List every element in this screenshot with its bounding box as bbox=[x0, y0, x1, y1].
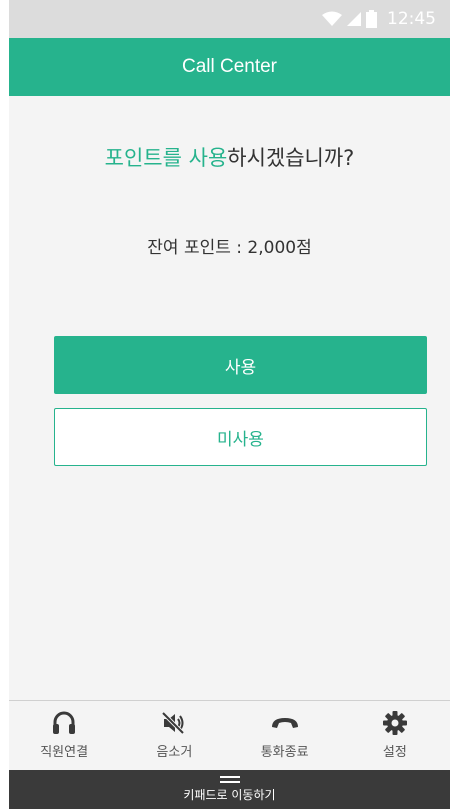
wifi-icon bbox=[322, 11, 342, 27]
headset-icon bbox=[52, 709, 76, 737]
prompt-highlight-use: 사용 bbox=[188, 146, 228, 170]
nav-label: 음소거 bbox=[156, 745, 193, 760]
use-button[interactable]: 사용 bbox=[54, 336, 427, 394]
nav-connect-agent[interactable]: 직원연결 bbox=[9, 701, 119, 770]
bottom-nav: 직원연결 음소거 통화종료 설정 bbox=[9, 700, 450, 770]
app-header: Call Center bbox=[9, 38, 450, 96]
prompt-rest: 하시겠습니까? bbox=[227, 146, 355, 170]
skip-button-label: 미사용 bbox=[217, 429, 264, 450]
hangup-icon bbox=[270, 709, 300, 737]
nav-label: 설정 bbox=[382, 745, 407, 760]
skip-button[interactable]: 미사용 bbox=[54, 408, 427, 466]
keypad-toggle[interactable]: 키패드로 이동하기 bbox=[9, 770, 450, 809]
use-button-label: 사용 bbox=[224, 357, 257, 378]
status-bar: 12:45 bbox=[9, 0, 450, 38]
page-title: Call Center bbox=[181, 56, 278, 77]
nav-end-call[interactable]: 통화종료 bbox=[230, 701, 340, 770]
signal-icon bbox=[346, 11, 362, 27]
nav-label: 통화종료 bbox=[260, 745, 309, 760]
prompt-highlight-points: 포인트를 bbox=[104, 146, 182, 170]
phone-screen: 12:45 Call Center 포인트를 사용하시겠습니까? 잔여 포인트 … bbox=[9, 0, 450, 809]
nav-settings[interactable]: 설정 bbox=[340, 701, 450, 770]
gear-icon bbox=[382, 709, 407, 737]
battery-icon bbox=[366, 10, 377, 28]
mute-icon bbox=[161, 709, 187, 737]
main-content: 포인트를 사용하시겠습니까? 잔여 포인트 : 2,000점 사용 미사용 bbox=[9, 96, 450, 700]
point-prompt: 포인트를 사용하시겠습니까? bbox=[9, 142, 450, 172]
drag-handle-icon bbox=[219, 776, 240, 783]
nav-label: 직원연결 bbox=[40, 745, 89, 760]
status-time: 12:45 bbox=[387, 9, 436, 29]
remaining-points: 잔여 포인트 : 2,000점 bbox=[147, 238, 312, 258]
keypad-label: 키패드로 이동하기 bbox=[183, 788, 276, 802]
nav-mute[interactable]: 음소거 bbox=[119, 701, 229, 770]
